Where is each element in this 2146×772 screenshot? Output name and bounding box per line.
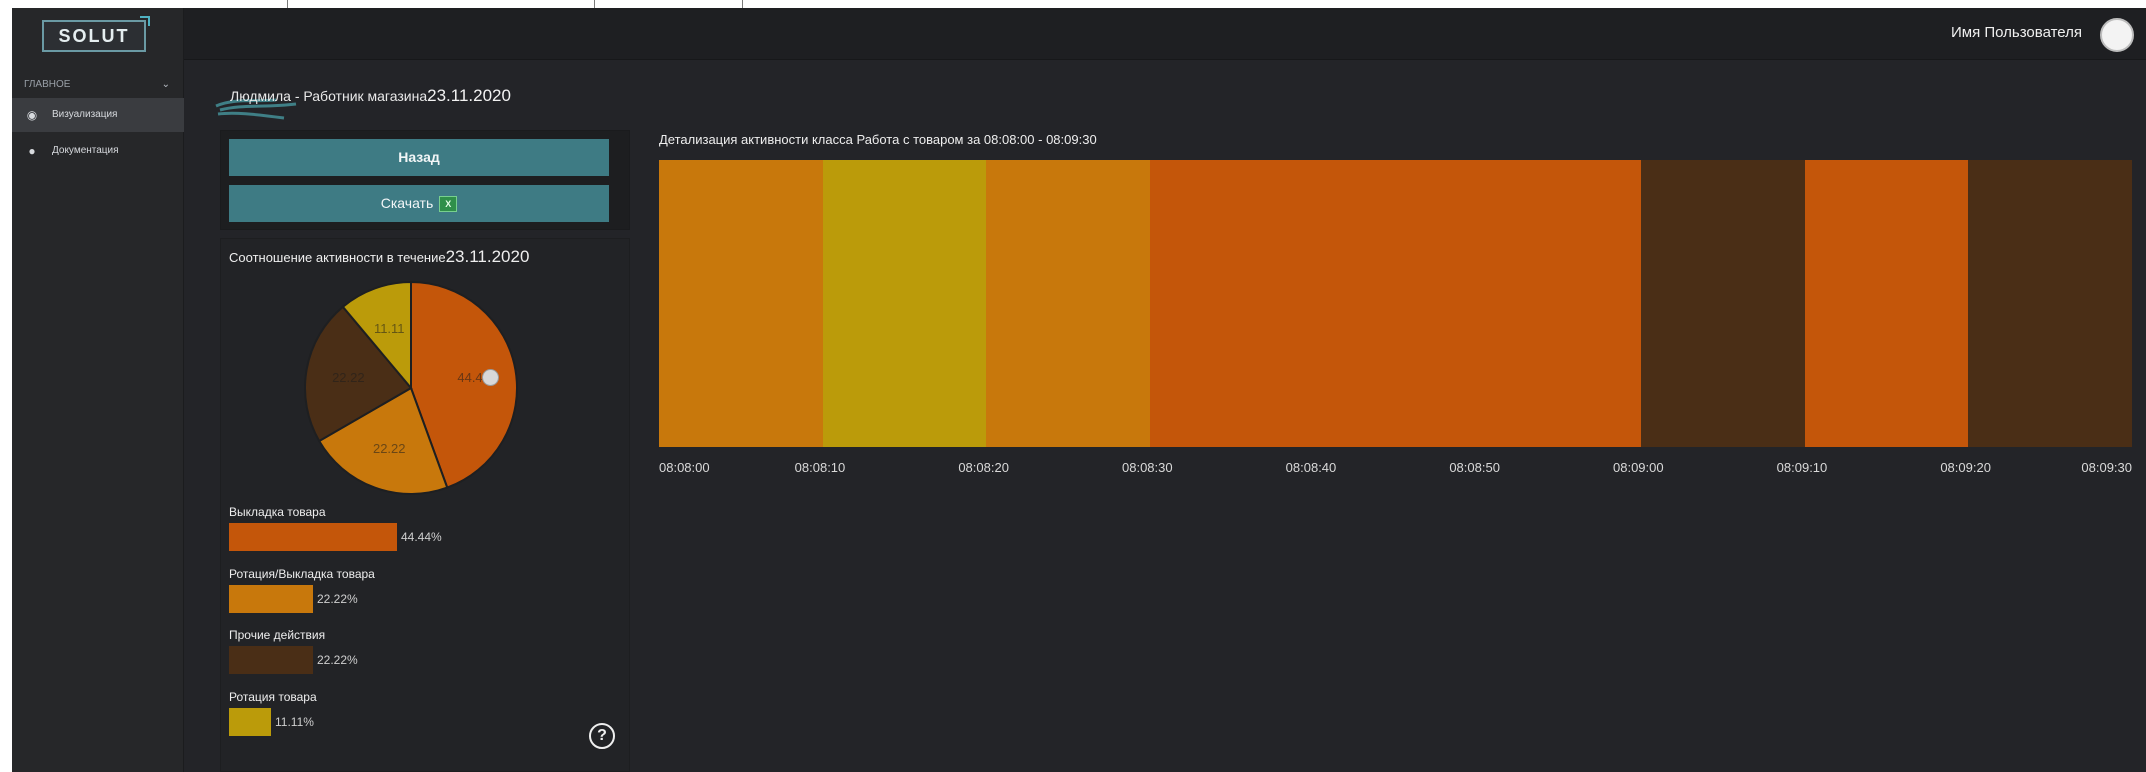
timeline-segment[interactable]: [1804, 160, 1969, 447]
timeline-chart: [659, 160, 2132, 447]
timeline-tick-label: 08:09:10: [1776, 460, 1828, 475]
help-icon[interactable]: ?: [589, 723, 615, 749]
legend-value: 44.44%: [401, 530, 442, 544]
pie-slice-label: 22.22: [373, 441, 406, 456]
sidebar-item-label: Визуализация: [52, 109, 118, 120]
legend-item-rotaciya: Ротация товара 11.11%: [229, 690, 317, 736]
legend-label: Ротация/Выкладка товара: [229, 567, 375, 581]
user-name[interactable]: Имя Пользователя: [1951, 24, 2082, 41]
timeline-segment[interactable]: [986, 160, 1150, 447]
timeline-axis: 08:08:00 08:08:10 08:08:20 08:08:30 08:08:40…: [659, 460, 2132, 480]
action-card: Назад Скачать X: [220, 130, 630, 230]
avatar[interactable]: [2100, 18, 2134, 52]
timeline-segment[interactable]: [822, 160, 987, 447]
logo-text: SOLUT: [58, 26, 130, 46]
legend-item-prochie: Прочие действия 22.22%: [229, 628, 358, 674]
legend-label: Ротация товара: [229, 690, 317, 704]
legend-item-rotaciya-vykladka: Ротация/Выкладка товара 22.22%: [229, 567, 375, 613]
timeline-tick-label: 08:08:40: [1285, 460, 1337, 475]
sidebar-item-visualization[interactable]: ◉ Визуализация: [12, 98, 184, 132]
download-button[interactable]: Скачать X: [229, 185, 609, 222]
timeline-tick-label: 08:09:20: [1940, 460, 1991, 475]
timeline-tick-label: 08:08:00: [659, 460, 710, 475]
legend-bar: [229, 708, 271, 736]
breadcrumb-date: 23.11.2020: [427, 86, 511, 105]
legend-label: Прочие действия: [229, 628, 326, 642]
legend-bar: [229, 523, 397, 551]
sidebar: SOLUT ГЛАВНОЕ ⌄ ◉ Визуализация ● Докумен…: [12, 8, 184, 772]
sidebar-section-label: ГЛАВНОЕ: [24, 79, 71, 90]
timeline-tick-label: 08:08:50: [1449, 460, 1500, 475]
legend-bar: [229, 585, 313, 613]
annotation-marker: [482, 369, 499, 386]
timeline-title: Детализация активности класса Работа с т…: [659, 132, 1097, 147]
pie-slice-label: 11.11: [374, 321, 405, 336]
timeline-tick-label: 08:09:00: [1613, 460, 1664, 475]
legend-value: 22.22%: [317, 592, 358, 606]
eye-icon: ◉: [26, 108, 38, 122]
sidebar-item-documentation[interactable]: ● Документация: [12, 134, 184, 168]
timeline-segment[interactable]: [1149, 160, 1641, 447]
breadcrumb-text: Людмила - Работник магазина: [230, 88, 428, 104]
excel-icon: X: [439, 196, 458, 213]
legend-value: 22.22%: [317, 653, 358, 667]
back-button-label: Назад: [398, 149, 440, 165]
legend-item-vykladka: Выкладка товара 44.44%: [229, 505, 442, 551]
timeline-segment[interactable]: [1968, 160, 2132, 447]
back-button[interactable]: Назад: [229, 139, 609, 176]
sidebar-item-label: Документация: [52, 145, 119, 156]
breadcrumb: Людмила - Работник магазина23.11.2020: [230, 86, 511, 106]
timeline-segment[interactable]: [1640, 160, 1805, 447]
legend-bar: [229, 646, 313, 674]
legend-label: Выкладка товара: [229, 505, 326, 519]
timeline-tick-label: 08:09:30: [2081, 460, 2132, 475]
pie-chart: 44.4422.2222.2211.11: [304, 280, 518, 495]
download-button-label: Скачать: [380, 195, 434, 211]
timeline-tick-label: 08:08:10: [794, 460, 846, 475]
timeline-tick-label: 08:08:30: [1122, 460, 1173, 475]
app-window: SOLUT ГЛАВНОЕ ⌄ ◉ Визуализация ● Докумен…: [12, 8, 2146, 772]
left-panel: Назад Скачать X Соотношение активности в …: [220, 130, 630, 772]
info-icon: ●: [28, 144, 36, 158]
legend-value: 11.11%: [275, 715, 314, 729]
sidebar-section-header[interactable]: ГЛАВНОЕ ⌄: [24, 72, 174, 98]
logo[interactable]: SOLUT: [42, 16, 150, 52]
logo-corner-mark: [140, 16, 150, 26]
timeline-segment[interactable]: [659, 160, 823, 447]
pie-chart-card: Соотношение активности в течение23.11.20…: [220, 238, 630, 772]
chevron-down-icon: ⌄: [161, 79, 170, 90]
top-bar: Имя Пользователя: [184, 8, 2146, 60]
timeline-tick-label: 08:08:20: [958, 460, 1009, 475]
pie-slice-label: 22.22: [332, 370, 365, 385]
